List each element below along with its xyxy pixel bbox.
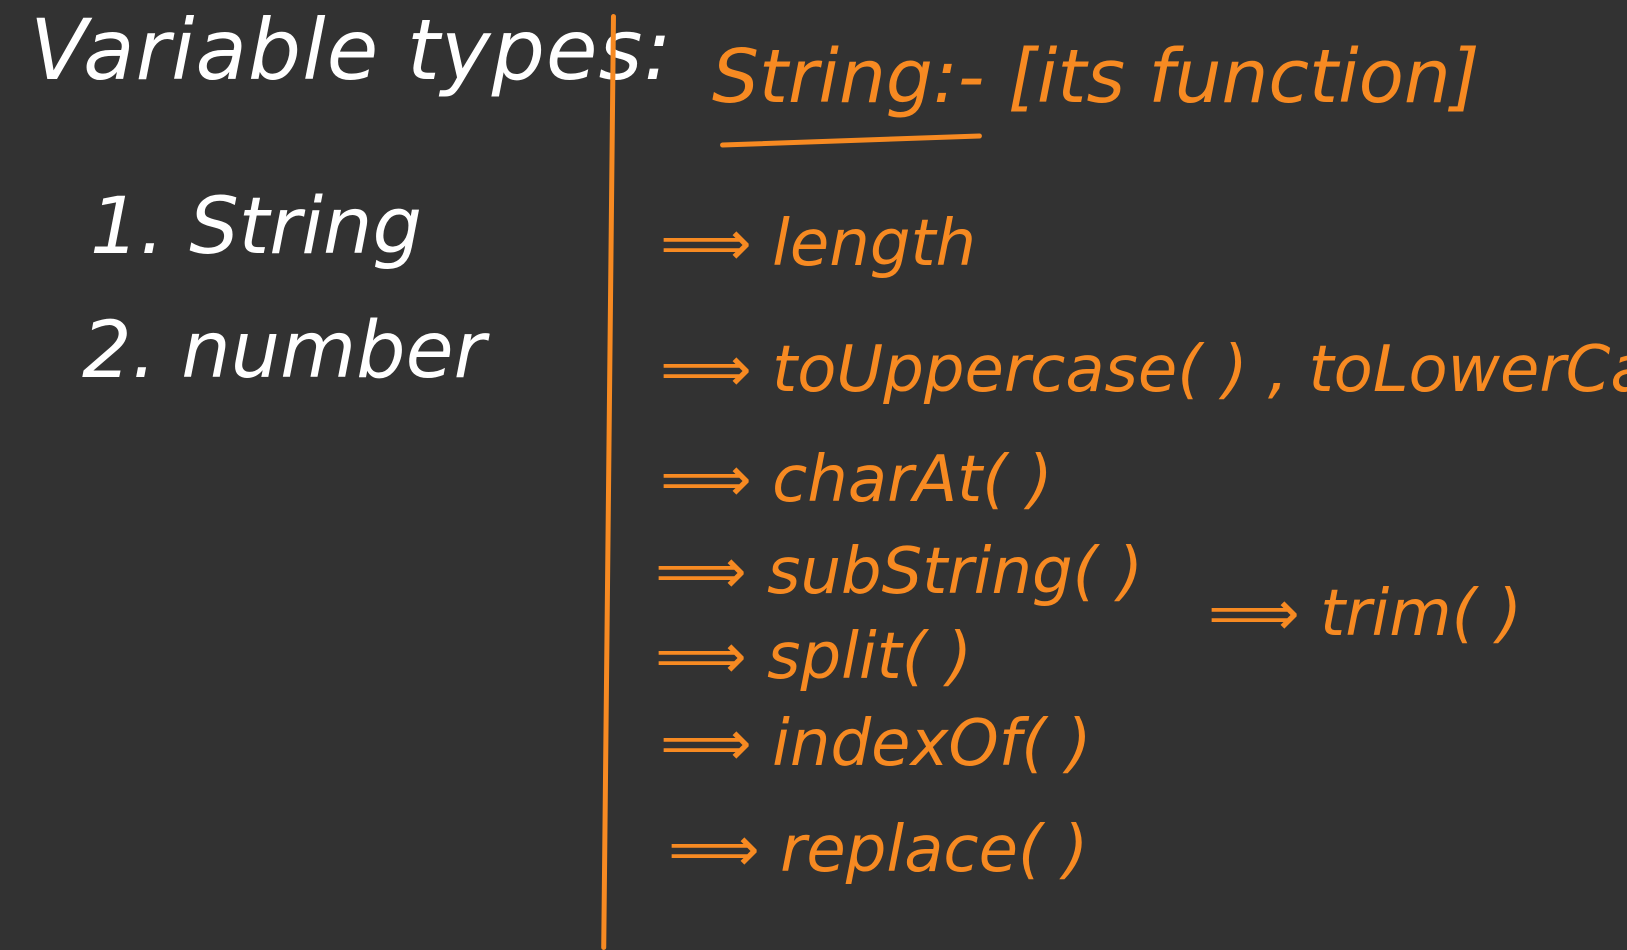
whiteboard-canvas: Variable types: 1. String 2. number Stri… xyxy=(0,0,1627,950)
heading-underline xyxy=(719,133,983,148)
string-functions-heading: String:- [its function] xyxy=(712,34,1480,120)
method-item: ⟹ charAt( ) xyxy=(660,443,1053,517)
variable-types-heading: Variable types: xyxy=(30,1,673,99)
method-item: ⟹ replace( ) xyxy=(668,813,1089,887)
method-item: ⟹ split( ) xyxy=(655,620,972,694)
method-item: ⟹ subString( ) xyxy=(655,535,1143,609)
method-item-trim: ⟹ trim( ) xyxy=(1208,577,1522,651)
vertical-divider xyxy=(601,13,616,950)
method-item: ⟹ length xyxy=(660,207,977,281)
method-item: ⟹ indexOf( ) xyxy=(660,707,1092,781)
variable-type-item: 1. String xyxy=(90,182,422,272)
method-item: ⟹ toUppercase( ) , toLowerCase() xyxy=(660,333,1627,407)
variable-type-item: 2. number xyxy=(82,306,486,396)
